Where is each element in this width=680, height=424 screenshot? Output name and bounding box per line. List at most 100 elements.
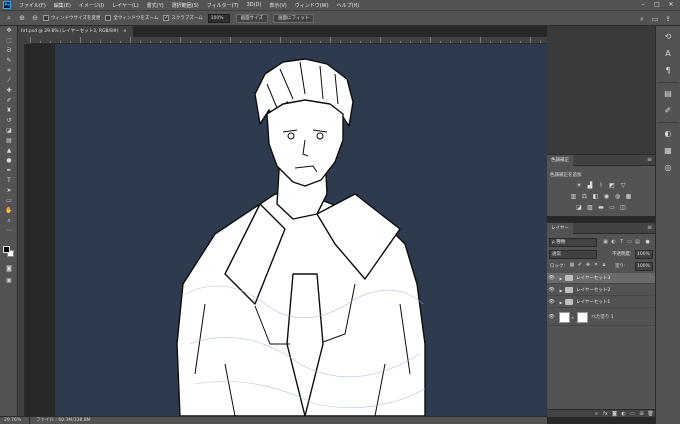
lock-transparent-icon[interactable]: ▦ [569,262,575,269]
color-panel-icon[interactable]: ◐ [662,128,674,140]
type-tool-icon[interactable]: T [2,176,16,186]
scrubby-zoom-checkbox[interactable]: ✓ [163,15,170,21]
lock-all-icon[interactable]: 🔒︎ [601,262,607,269]
search-icon[interactable]: ⌕ [637,14,647,24]
swatches-panel-icon[interactable]: ▦ [662,145,674,157]
menu-filter[interactable]: フィルター(T) [203,2,243,9]
visibility-eye-icon[interactable]: 👁︎ [547,275,556,281]
zoom-value-input[interactable]: 100% [207,13,230,23]
menu-edit[interactable]: 編集(E) [50,2,75,9]
exposure-icon[interactable]: ◩ [608,182,616,190]
pen-tool-icon[interactable]: ✒ [2,166,16,176]
chevron-right-icon[interactable]: ▶ [558,288,564,293]
filter-toggle-icon[interactable]: ● [644,239,651,246]
visibility-eye-icon[interactable]: 👁︎ [547,299,556,305]
lock-image-icon[interactable]: ✐ [577,262,583,269]
link-icon[interactable]: ∞ [571,315,574,320]
zoom-all-option[interactable]: 全ウィンドウをズーム [105,15,158,21]
crop-tool-icon[interactable]: ⌗ [2,66,16,76]
brightness-contrast-icon[interactable]: ☀ [575,182,583,190]
posterize-icon[interactable]: ▨ [586,204,594,212]
color-balance-icon[interactable]: ⚖ [581,193,589,201]
gradient-tool-icon[interactable]: ▤ [2,136,16,146]
gradient-map-icon[interactable]: ▭ [608,204,616,212]
maximize-button[interactable]: □ [650,1,664,9]
shape-tool-icon[interactable]: ▭ [2,196,16,206]
menu-3d[interactable]: 3D(D) [243,2,266,8]
zoom-all-checkbox[interactable] [105,15,112,21]
vertical-ruler[interactable] [18,44,25,416]
resize-windows-option[interactable]: ウィンドウサイズを変更 [43,15,100,21]
paragraph-panel-icon[interactable]: ¶ [662,65,674,77]
invert-icon[interactable]: ◪ [575,204,583,212]
layer-row[interactable]: 👁︎ ▶ レイヤーセット2 [547,285,655,296]
delete-layer-icon[interactable]: 🗑︎ [646,410,655,417]
app-logo[interactable]: Ps [3,1,11,9]
layer-mask-thumbnail[interactable] [577,311,589,323]
move-tool-icon[interactable]: ✥ [2,26,16,36]
healing-brush-tool-icon[interactable]: ✚ [2,86,16,96]
hand-tool-icon[interactable]: ✋ [2,206,16,216]
brushes-panel-icon[interactable]: ✐ [662,105,674,117]
menu-type[interactable]: 書式(Y) [143,2,168,9]
lock-artboard-icon[interactable]: ⌗ [593,262,599,269]
menu-layer[interactable]: レイヤー(L) [108,2,143,9]
minimize-button[interactable]: – [636,1,650,9]
ruler-origin[interactable] [18,37,30,44]
hue-saturation-icon[interactable]: ▥ [570,193,578,201]
threshold-icon[interactable]: ▬ [597,204,605,212]
layer-filter-select[interactable]: ρ 種類 [549,238,597,247]
eyedropper-tool-icon[interactable]: ⁄ [2,76,16,86]
filter-pixel-icon[interactable]: ▣ [602,239,609,246]
path-select-tool-icon[interactable]: ➤ [2,186,16,196]
lock-position-icon[interactable]: ✥ [585,262,591,269]
filter-smart-object-icon[interactable]: ▤ [634,239,641,246]
zoom-in-icon[interactable]: ⊕ [17,13,27,23]
menu-image[interactable]: イメージ(I) [75,2,108,9]
zoom-out-icon[interactable]: ⊖ [30,13,40,23]
black-white-icon[interactable]: ◧ [592,193,600,201]
curves-icon[interactable]: ⌇ [597,182,605,190]
tab-adjustments[interactable]: 色調補正 [547,154,573,166]
new-layer-icon[interactable]: ⊞ [637,410,646,417]
properties-panel-icon[interactable]: ▤ [662,88,674,100]
document-tab[interactable]: hrt.psd @ 29.8% (レイヤーセット3, RGB/8#) × [18,26,134,37]
document-canvas[interactable] [55,44,547,416]
layer-style-icon[interactable]: fx [601,410,610,417]
channels-panel-icon[interactable]: ◎ [662,162,674,174]
new-group-icon[interactable]: ▭ [628,410,637,417]
resize-windows-checkbox[interactable] [43,15,49,21]
brush-tool-icon[interactable]: ✐ [2,96,16,106]
zoom-tool-preset-icon[interactable]: ⌕ [4,13,14,23]
screen-mode-icon[interactable]: ▣ [2,276,16,286]
scrubby-zoom-option[interactable]: ✓ スクラブズーム [163,15,203,21]
visibility-eye-icon[interactable]: 👁︎ [547,314,556,320]
blend-mode-select[interactable]: 通常 [549,250,597,259]
close-button[interactable]: ✕ [664,1,678,9]
menu-view[interactable]: 表示(V) [265,2,290,9]
new-adjustment-icon[interactable]: ◐ [619,410,628,417]
status-doc-info[interactable]: ファイル : 60.3M/338.8M [30,417,91,424]
eraser-tool-icon[interactable]: ◪ [2,126,16,136]
quick-select-tool-icon[interactable]: ✎ [2,56,16,66]
dodge-tool-icon[interactable]: ● [2,156,16,166]
filter-adjustment-icon[interactable]: ◐ [610,239,617,246]
filter-type-icon[interactable]: T [618,239,625,246]
menu-window[interactable]: ウィンドウ(W) [291,2,333,9]
status-zoom[interactable]: 29.76% [0,417,30,424]
menu-help[interactable]: ヘルプ(H) [333,2,364,9]
clone-stamp-tool-icon[interactable]: ♜ [2,106,16,116]
filter-shape-icon[interactable]: ▭ [626,239,633,246]
zoom-tool-icon[interactable]: ⌕ [2,216,16,226]
layer-row[interactable]: 👁︎ ∞ べた塗り 1 [547,309,655,326]
panel-menu-icon[interactable]: ≡ [647,156,652,163]
channel-mixer-icon[interactable]: ◍ [614,193,622,201]
history-brush-tool-icon[interactable]: ↺ [2,116,16,126]
more-tools-icon[interactable]: ⋯ [2,226,16,236]
add-mask-icon[interactable]: ◙ [610,410,619,417]
layer-row[interactable]: 👁︎ ▶ レイヤーセット1 [547,297,655,308]
chevron-right-icon[interactable]: ▶ [558,276,564,281]
foreground-color-swatch[interactable] [3,246,10,253]
link-layers-icon[interactable]: ∞ [592,410,601,417]
horizontal-ruler[interactable] [30,37,547,44]
